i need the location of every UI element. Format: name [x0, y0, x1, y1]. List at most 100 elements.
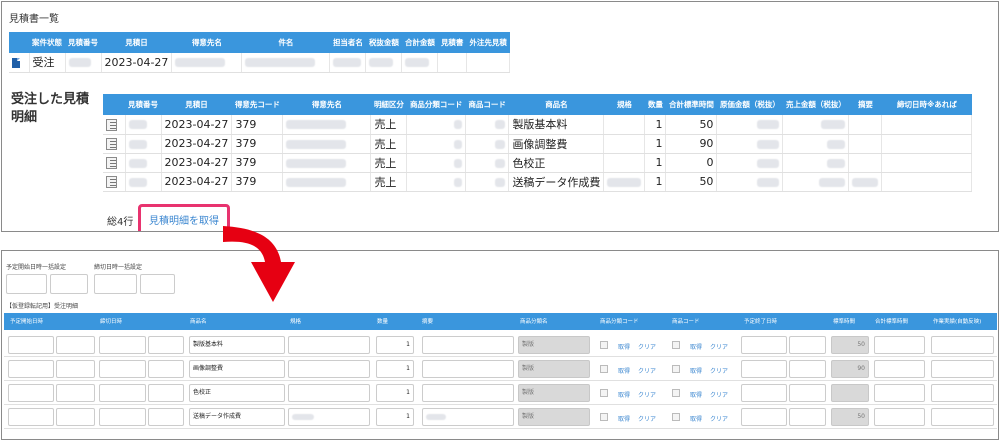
product-name-input[interactable]: 送稿データ作成費 — [189, 408, 285, 426]
col-header[interactable]: 明細区分 — [370, 94, 407, 115]
edit-icon[interactable] — [106, 118, 117, 131]
category-get-link[interactable]: 取得 — [618, 342, 630, 351]
product-clear-link[interactable]: クリア — [710, 366, 728, 375]
product-code-checkbox[interactable] — [672, 365, 680, 373]
col-header[interactable]: 商品分類コード — [406, 94, 466, 115]
start-date-input[interactable] — [8, 408, 54, 426]
col-header[interactable]: 売上金額（税抜） — [782, 94, 849, 115]
start-time-input[interactable] — [56, 408, 95, 426]
spec-input[interactable] — [288, 360, 370, 378]
product-code-checkbox[interactable] — [672, 413, 680, 421]
edit-icon[interactable] — [106, 157, 117, 169]
col-header[interactable]: 合計標準時間 — [665, 94, 717, 115]
col-header[interactable]: 合計金額 — [401, 32, 438, 53]
category-clear-link[interactable]: クリア — [638, 342, 656, 351]
deadline-date-input[interactable] — [99, 336, 146, 354]
spec-input[interactable] — [288, 408, 370, 426]
deadline-bulk-date-input[interactable] — [94, 274, 137, 294]
table-row[interactable]: 2023-04-27 379 売上 製版基本料 1 50 — [103, 115, 973, 135]
deadline-date-input[interactable] — [99, 360, 146, 378]
end-time-input[interactable] — [789, 360, 826, 378]
deadline-time-input[interactable] — [148, 360, 184, 378]
category-code-checkbox[interactable] — [600, 341, 608, 349]
total-standard-time-input[interactable] — [874, 408, 925, 426]
col-header[interactable]: 商品コード — [465, 94, 509, 115]
product-get-link[interactable]: 取得 — [690, 414, 702, 423]
edit-icon[interactable] — [106, 138, 117, 150]
product-clear-link[interactable]: クリア — [710, 414, 728, 423]
col-header[interactable]: 見積番号 — [65, 32, 101, 53]
col-header[interactable]: 摘要 — [848, 94, 882, 115]
col-header[interactable]: 案件状態 — [29, 32, 65, 53]
category-clear-link[interactable]: クリア — [638, 390, 656, 399]
total-standard-time-input[interactable] — [874, 384, 925, 402]
deadline-bulk-time-input[interactable] — [140, 274, 175, 294]
category-get-link[interactable]: 取得 — [618, 366, 630, 375]
col-header[interactable]: 担当者名 — [329, 32, 366, 53]
category-clear-link[interactable]: クリア — [638, 414, 656, 423]
end-date-input[interactable] — [741, 360, 787, 378]
note-input[interactable] — [422, 360, 514, 378]
table-row[interactable]: 2023-04-27 379 売上 画像調整費 1 90 — [103, 134, 973, 154]
start-time-input[interactable] — [56, 360, 95, 378]
col-header[interactable]: 件名 — [241, 32, 330, 53]
col-header[interactable]: 得意先コード — [231, 94, 283, 115]
product-name-input[interactable]: 色校正 — [189, 384, 285, 402]
product-name-input[interactable]: 製版基本料 — [189, 336, 285, 354]
category-get-link[interactable]: 取得 — [618, 414, 630, 423]
note-input[interactable] — [422, 408, 514, 426]
document-icon[interactable] — [12, 57, 20, 68]
spec-input[interactable] — [288, 336, 370, 354]
col-header[interactable]: 見積日 — [101, 32, 172, 53]
deadline-time-input[interactable] — [148, 384, 184, 402]
product-clear-link[interactable]: クリア — [710, 390, 728, 399]
product-get-link[interactable]: 取得 — [690, 342, 702, 351]
end-date-input[interactable] — [741, 384, 787, 402]
col-header[interactable]: 見積書 — [437, 32, 467, 53]
end-time-input[interactable] — [789, 384, 826, 402]
product-get-link[interactable]: 取得 — [690, 366, 702, 375]
category-code-checkbox[interactable] — [600, 413, 608, 421]
deadline-date-input[interactable] — [99, 384, 146, 402]
product-code-checkbox[interactable] — [672, 341, 680, 349]
work-result-input[interactable] — [931, 408, 994, 426]
start-time-input[interactable] — [56, 384, 95, 402]
qty-input[interactable]: 1 — [376, 408, 414, 426]
col-header[interactable]: 得意先名 — [282, 94, 371, 115]
end-date-input[interactable] — [741, 408, 787, 426]
col-header[interactable]: 見積番号 — [125, 94, 161, 115]
qty-input[interactable]: 1 — [376, 336, 414, 354]
col-header[interactable]: 数量 — [644, 94, 666, 115]
start-bulk-date-input[interactable] — [6, 274, 47, 294]
category-clear-link[interactable]: クリア — [638, 366, 656, 375]
note-input[interactable] — [422, 384, 514, 402]
col-header[interactable]: 締切日時※あれば — [881, 94, 972, 115]
spec-input[interactable] — [288, 384, 370, 402]
col-header[interactable]: 原価金額（税抜） — [716, 94, 783, 115]
category-code-checkbox[interactable] — [600, 389, 608, 397]
product-name-input[interactable]: 画像調整費 — [189, 360, 285, 378]
note-input[interactable] — [422, 336, 514, 354]
start-date-input[interactable] — [8, 336, 54, 354]
total-standard-time-input[interactable] — [874, 336, 925, 354]
col-header[interactable]: 税抜金額 — [365, 32, 402, 53]
work-result-input[interactable] — [931, 384, 994, 402]
end-date-input[interactable] — [741, 336, 787, 354]
col-header[interactable]: 商品名 — [508, 94, 604, 115]
col-header[interactable]: 規格 — [603, 94, 645, 115]
table-row[interactable]: 2023-04-27 379 売上 送稿データ作成費 1 50 — [103, 172, 973, 192]
table-row[interactable]: 2023-04-27 379 売上 色校正 1 0 — [103, 153, 973, 173]
edit-icon[interactable] — [106, 176, 117, 188]
col-header[interactable]: 見積日 — [161, 94, 232, 115]
deadline-time-input[interactable] — [148, 336, 184, 354]
start-date-input[interactable] — [8, 360, 54, 378]
work-result-input[interactable] — [931, 360, 994, 378]
category-get-link[interactable]: 取得 — [618, 390, 630, 399]
table-row[interactable]: 受注 2023-04-27 — [9, 53, 511, 73]
qty-input[interactable]: 1 — [376, 384, 414, 402]
col-header[interactable]: 得意先名 — [171, 32, 242, 53]
product-clear-link[interactable]: クリア — [710, 342, 728, 351]
work-result-input[interactable] — [931, 336, 994, 354]
start-bulk-time-input[interactable] — [50, 274, 88, 294]
qty-input[interactable]: 1 — [376, 360, 414, 378]
